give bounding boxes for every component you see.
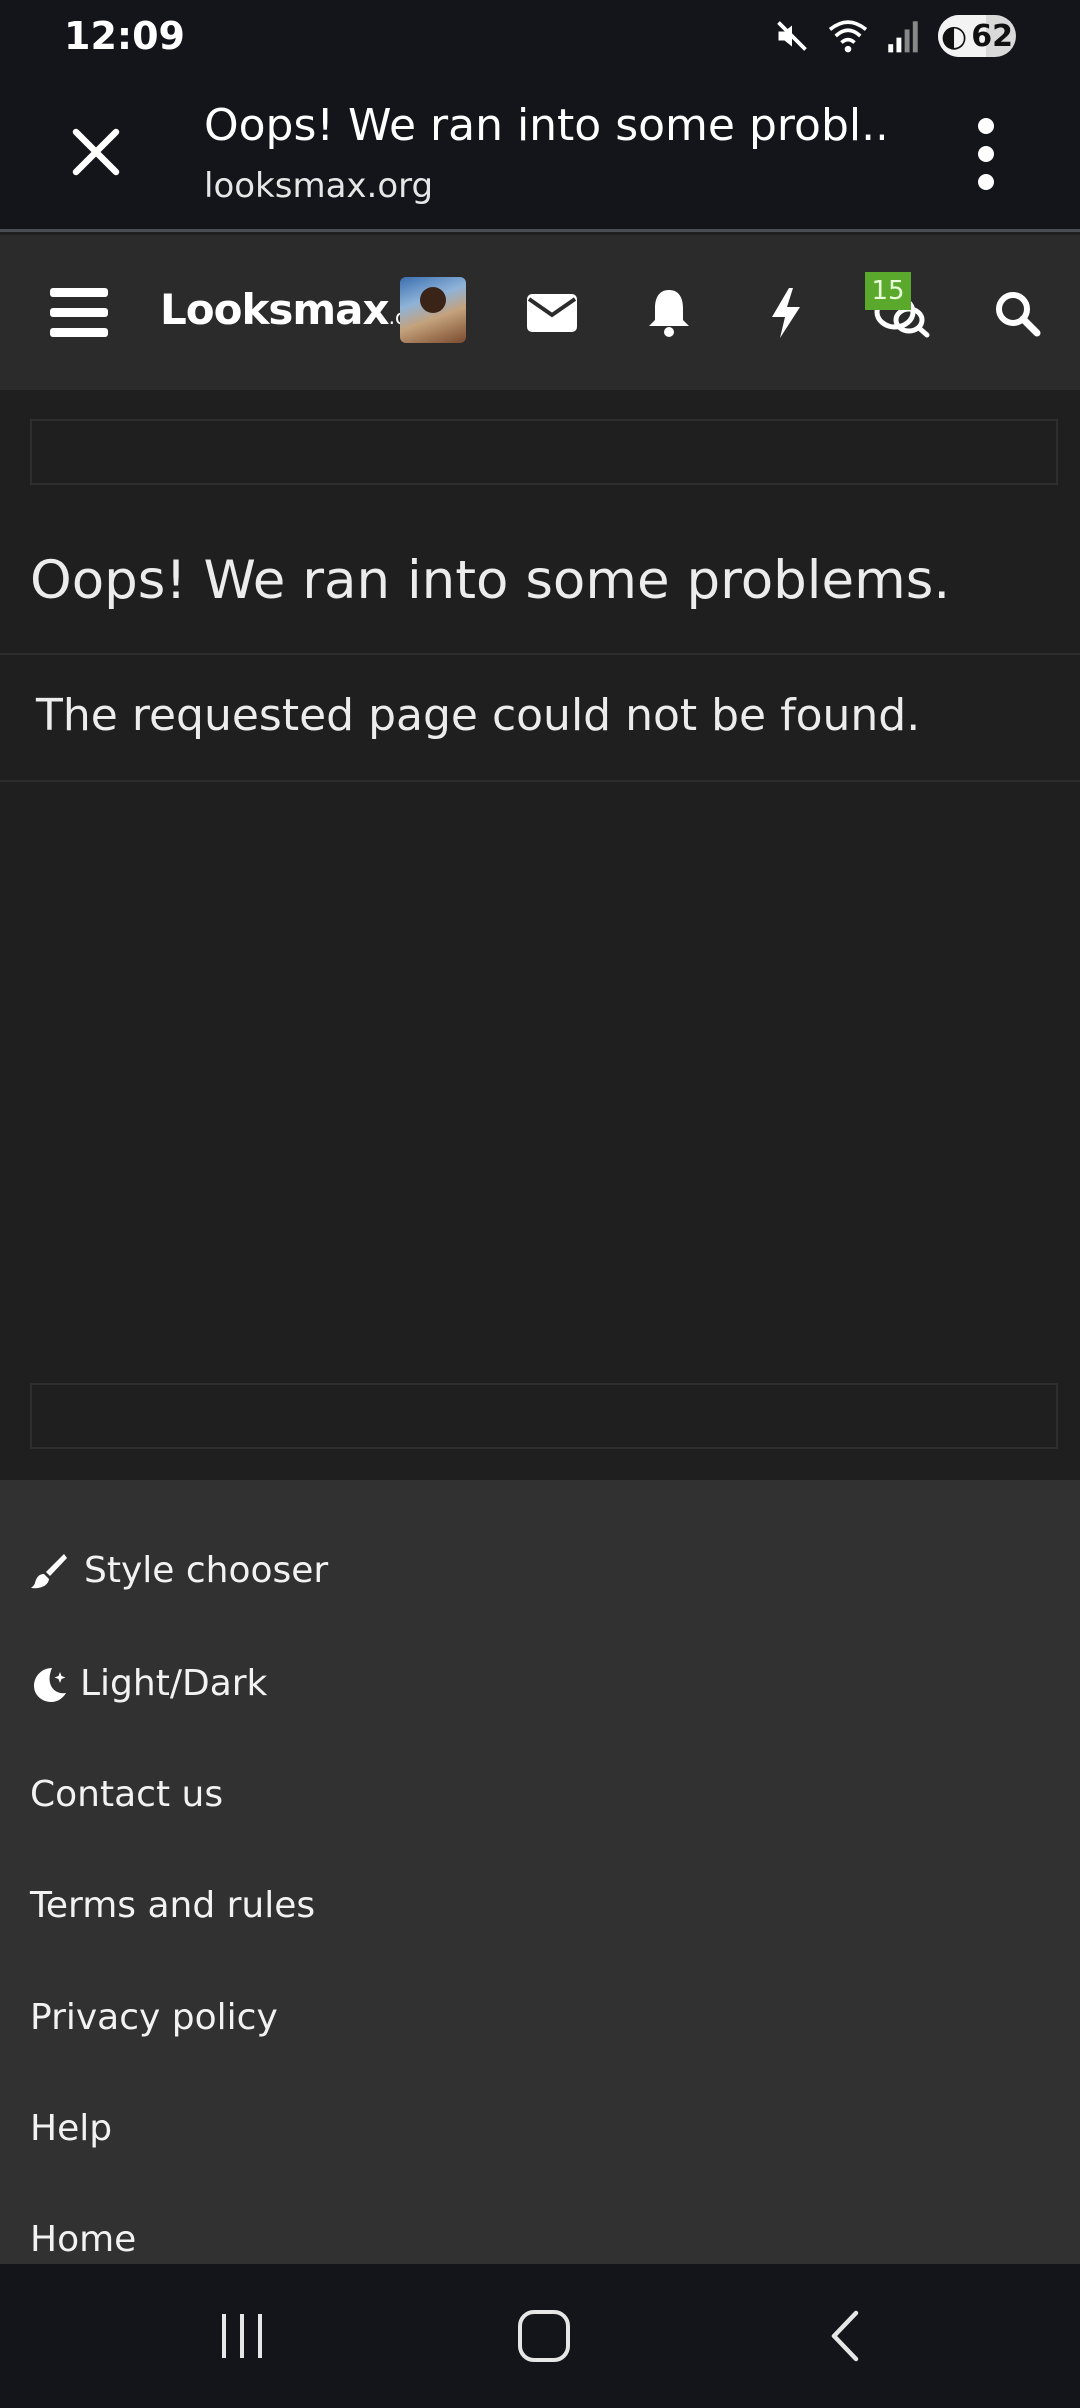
bolt-icon (772, 288, 800, 338)
footer-light-dark[interactable]: Light/Dark (30, 1663, 267, 1704)
avatar[interactable] (400, 277, 466, 343)
mute-icon (777, 21, 807, 51)
error-message: The requested page could not be found. (36, 690, 921, 741)
close-icon[interactable] (66, 122, 126, 182)
footer: Style chooser Light/Dark Contact us Term… (0, 1480, 1080, 2264)
divider (0, 653, 1080, 655)
whats-new-button[interactable] (754, 280, 818, 346)
inbox-button[interactable] (520, 280, 584, 346)
status-time: 12:09 (64, 14, 185, 58)
page-title: Oops! We ran into some problems. (30, 550, 951, 611)
browser-page-title: Oops! We ran into some probl... (204, 100, 884, 151)
search-icon (996, 292, 1041, 337)
alerts-button[interactable] (637, 280, 701, 346)
moon-stars-icon (34, 1667, 66, 1702)
conversations-badge: 15 (865, 272, 911, 310)
site-logo[interactable]: Looksmax.org (160, 285, 428, 334)
menu-button[interactable] (44, 280, 114, 346)
browser-url: looksmax.org (204, 166, 434, 206)
footer-help[interactable]: Help (30, 2108, 112, 2149)
notice-placeholder-top (30, 419, 1058, 485)
footer-terms-and-rules[interactable]: Terms and rules (30, 1885, 315, 1926)
footer-style-chooser[interactable]: Style chooser (30, 1550, 328, 1591)
signal-icon (888, 21, 918, 53)
back-icon (831, 2310, 859, 2362)
more-options-icon[interactable] (966, 114, 1006, 194)
footer-contact-us[interactable]: Contact us (30, 1774, 223, 1815)
divider (0, 780, 1080, 782)
footer-home[interactable]: Home (30, 2219, 136, 2260)
battery-saver-icon: ◐ (941, 18, 968, 54)
wifi-icon (828, 20, 868, 53)
recent-apps-button[interactable] (202, 2306, 282, 2366)
paintbrush-icon (31, 1553, 67, 1588)
home-icon (518, 2310, 570, 2362)
footer-privacy-policy[interactable]: Privacy policy (30, 1997, 278, 2038)
home-button[interactable] (504, 2306, 584, 2366)
back-button[interactable] (806, 2306, 886, 2366)
browser-toolbar: Oops! We ran into some probl... looksmax… (0, 70, 1080, 232)
system-nav-bar (0, 2264, 1080, 2408)
status-icons: ◐ 62 (774, 14, 1016, 58)
recent-apps-icon (222, 2314, 262, 2358)
envelope-icon (527, 294, 577, 332)
menu-icon (50, 288, 108, 337)
site-nav: Looksmax.org 15 (0, 235, 1080, 390)
search-button[interactable] (984, 280, 1050, 346)
battery-indicator: ◐ 62 (938, 15, 1016, 57)
notice-placeholder-bottom (30, 1383, 1058, 1449)
battery-level: 62 (971, 18, 1013, 54)
bell-icon (649, 290, 689, 337)
status-bar: 12:09 ◐ 62 (0, 0, 1080, 70)
